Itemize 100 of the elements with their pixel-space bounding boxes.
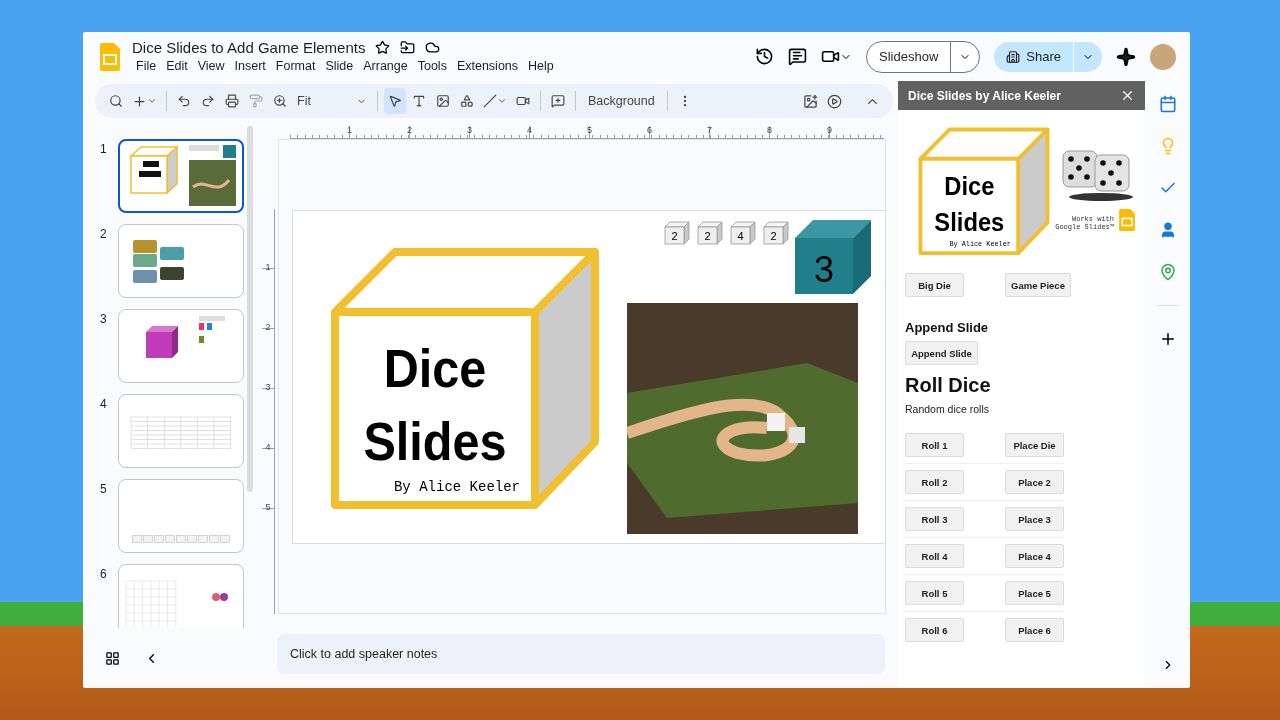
- zoom-dropdown[interactable]: Fit: [293, 94, 371, 108]
- menu-item[interactable]: Edit: [162, 58, 192, 74]
- slides-logo-icon: [1119, 209, 1135, 231]
- place-button[interactable]: Place 4: [1005, 544, 1064, 568]
- ruler-number: 5: [265, 503, 271, 512]
- roll-button[interactable]: Roll 2: [905, 470, 964, 494]
- ruler-number: 3: [467, 126, 472, 135]
- play-icon: [826, 93, 842, 109]
- map-pin-icon[interactable]: [1158, 263, 1177, 281]
- slide-thumbnail[interactable]: [118, 479, 244, 553]
- comment-icon: [551, 94, 565, 108]
- ruler-number: 3: [265, 383, 271, 392]
- slide-number: 4: [100, 397, 108, 411]
- menu-item[interactable]: Extensions: [452, 58, 523, 74]
- printer-icon: [225, 94, 239, 108]
- ruler-number: 1: [265, 263, 271, 272]
- big-die-button[interactable]: Big Die: [905, 273, 964, 297]
- menu-item[interactable]: Slide: [321, 58, 358, 74]
- slides-logo-icon: [100, 42, 120, 71]
- cube-title: Slides: [934, 206, 1005, 237]
- grid-view-icon[interactable]: [105, 650, 120, 666]
- die-number: 3: [814, 249, 834, 290]
- comment-icon[interactable]: [788, 47, 808, 66]
- roll-button[interactable]: Roll 6: [905, 618, 964, 642]
- place-button[interactable]: Place Die: [1005, 433, 1064, 457]
- place-button[interactable]: Place 2: [1005, 470, 1064, 494]
- slide-number: 5: [100, 482, 108, 496]
- roll-button[interactable]: Roll 3: [905, 507, 964, 531]
- menu-item[interactable]: Insert: [230, 58, 270, 74]
- slide-number: 1: [100, 142, 108, 156]
- slide-number: 2: [100, 227, 108, 241]
- place-button[interactable]: Place 3: [1005, 507, 1064, 531]
- append-slide-button[interactable]: Append Slide: [905, 341, 978, 365]
- caret-icon: [147, 96, 157, 106]
- history-icon[interactable]: [755, 47, 775, 66]
- ruler-number: 7: [707, 126, 712, 135]
- pointer-icon: [388, 94, 402, 108]
- line-icon: [483, 94, 497, 108]
- game-piece-button[interactable]: Game Piece: [1005, 273, 1071, 297]
- zoom-icon: [273, 94, 287, 108]
- menu-item[interactable]: Tools: [413, 58, 451, 74]
- menu-item[interactable]: Arrange: [359, 58, 412, 74]
- die-number: 2: [704, 230, 711, 242]
- image-add-icon: [802, 93, 818, 109]
- shapes-icon: [460, 94, 474, 108]
- slide-number: 6: [100, 567, 108, 581]
- slide-thumbnail[interactable]: [118, 224, 244, 298]
- image-icon: [436, 94, 450, 108]
- calendar-icon[interactable]: [1158, 95, 1177, 113]
- slide-number: 3: [100, 312, 108, 326]
- star-icon[interactable]: [375, 40, 391, 55]
- scrollbar[interactable]: [247, 126, 253, 492]
- undo-icon: [177, 94, 191, 108]
- menu-item[interactable]: Help: [524, 58, 558, 74]
- cube-title: Dice: [944, 171, 995, 201]
- die-number: 2: [671, 230, 678, 242]
- section-heading: Roll Dice: [905, 374, 992, 397]
- ruler-number: 8: [767, 126, 772, 135]
- cube-title: Dice: [383, 337, 487, 399]
- menu-item[interactable]: File: [132, 58, 161, 74]
- background-button[interactable]: Background: [582, 88, 661, 114]
- cube-byline: By Alice Keeler: [393, 479, 520, 495]
- place-button[interactable]: Place 5: [1005, 581, 1064, 605]
- roll-button[interactable]: Roll 1: [905, 433, 964, 457]
- roll-button[interactable]: Roll 4: [905, 544, 964, 568]
- ruler-number: 4: [265, 443, 271, 452]
- roll-button[interactable]: Roll 5: [905, 581, 964, 605]
- share-button[interactable]: Share: [994, 41, 1074, 72]
- section-subtitle: Random dice rolls: [905, 403, 991, 415]
- plus-icon: [132, 93, 147, 109]
- video-icon: [516, 94, 530, 108]
- die-number: 4: [737, 230, 744, 242]
- menu-item[interactable]: Format: [271, 58, 320, 74]
- ruler-number: 2: [265, 323, 271, 332]
- slide-thumbnail-drawing: [133, 239, 184, 283]
- menu-item[interactable]: View: [193, 58, 229, 74]
- speaker-notes-field[interactable]: Click to add speaker notes: [277, 634, 885, 674]
- ruler-number: 1: [347, 126, 352, 135]
- paint-roller-icon: [249, 94, 263, 108]
- folder-icon[interactable]: [400, 40, 416, 55]
- select-button[interactable]: [384, 88, 406, 114]
- document-title[interactable]: Dice Slides to Add Game Elements: [132, 39, 366, 56]
- place-button[interactable]: Place 6: [1005, 618, 1064, 642]
- die-number: 2: [770, 230, 777, 242]
- text-icon: [412, 94, 426, 108]
- sidebar-title: Dice Slides by Alice Keeler: [908, 88, 1061, 103]
- cloud-icon[interactable]: [425, 40, 441, 55]
- ruler-number: 9: [827, 126, 832, 135]
- close-icon[interactable]: [1120, 88, 1135, 103]
- ruler-number: 5: [587, 126, 592, 135]
- cube-title: Slides: [363, 410, 507, 472]
- ruler-number: 6: [647, 126, 652, 135]
- sparkle-icon[interactable]: [1116, 46, 1136, 67]
- search-icon: [109, 94, 123, 108]
- caret-icon: [497, 96, 507, 106]
- slideshow-button[interactable]: Slideshow: [867, 41, 952, 72]
- redo-icon: [201, 94, 215, 108]
- section-heading: Append Slide: [905, 320, 990, 335]
- building-icon: [1006, 49, 1021, 64]
- ruler-number: 2: [407, 126, 412, 135]
